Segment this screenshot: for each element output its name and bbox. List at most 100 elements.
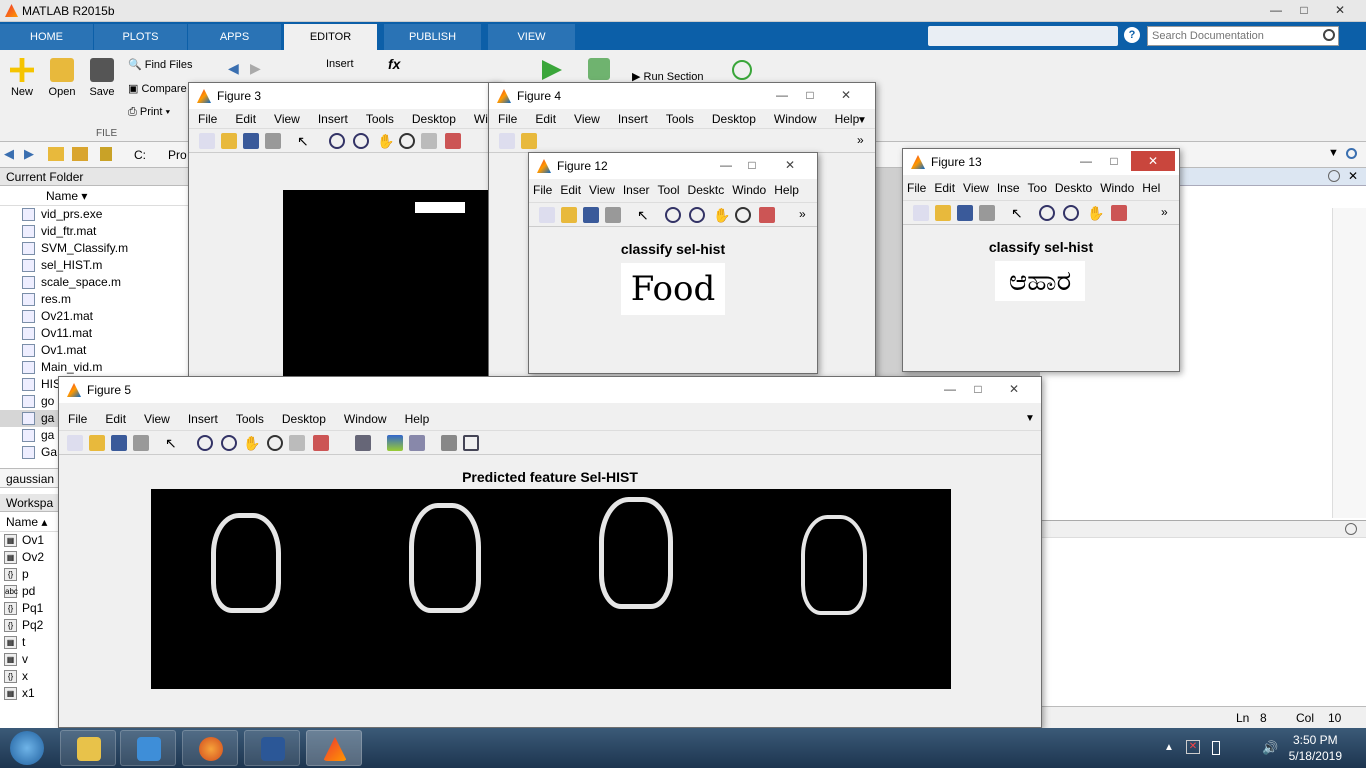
legend-icon[interactable]: [409, 435, 425, 451]
pan-icon[interactable]: ✋: [243, 435, 260, 451]
menu-too[interactable]: Too: [1024, 181, 1051, 195]
zoom-out-icon[interactable]: [1063, 205, 1079, 221]
open-button[interactable]: Open: [46, 58, 78, 98]
run-icon[interactable]: [542, 60, 562, 80]
figure-5-close-icon[interactable]: ✕: [1001, 379, 1027, 399]
figure-5-titlebar[interactable]: Figure 5 — □ ✕: [59, 377, 1041, 403]
up-folder-icon[interactable]: [48, 147, 64, 161]
save-button[interactable]: Save: [86, 58, 118, 98]
compare-button[interactable]: ▣ Compare: [128, 82, 187, 95]
tab-plots[interactable]: PLOTS: [94, 24, 188, 50]
menu-desktop[interactable]: Desktop: [703, 109, 765, 126]
menu-view[interactable]: View: [585, 183, 619, 197]
new-figure-icon[interactable]: [67, 435, 83, 451]
system-clock[interactable]: 3:50 PM 5/18/2019: [1289, 732, 1342, 764]
menu-help[interactable]: Help: [770, 183, 803, 197]
show-hidden-icons[interactable]: ▲: [1164, 742, 1174, 753]
print-figure-icon[interactable]: [605, 207, 621, 223]
maximize-icon[interactable]: □: [1290, 0, 1318, 20]
insert-button[interactable]: Insert: [326, 58, 354, 70]
menu-tools[interactable]: Tools: [357, 109, 403, 126]
quick-access-toolbar[interactable]: [928, 26, 1118, 46]
figure-12-window[interactable]: Figure 12 — □ ✕ File Edit View Inser Tool Des…: [528, 152, 818, 374]
menu-view[interactable]: View: [959, 181, 993, 195]
figure-12-close-icon[interactable]: ✕: [777, 155, 803, 175]
pointer-icon[interactable]: ↖: [1011, 205, 1027, 221]
figure-5-minimize-icon[interactable]: —: [937, 379, 963, 399]
zoom-in-icon[interactable]: [1039, 205, 1055, 221]
editor-close-icon[interactable]: ✕: [1348, 169, 1358, 183]
brush-icon[interactable]: [759, 207, 775, 223]
menu-edit[interactable]: Edit: [556, 183, 585, 197]
fx-button[interactable]: fx: [388, 56, 400, 72]
figure-4-maximize-icon[interactable]: □: [797, 85, 823, 105]
rotate-icon[interactable]: [267, 435, 283, 451]
menu-tools[interactable]: Tools: [657, 109, 703, 126]
zoom-out-icon[interactable]: [221, 435, 237, 451]
menu-tools[interactable]: Tools: [227, 409, 273, 426]
save-figure-icon[interactable]: [243, 133, 259, 149]
pan-icon[interactable]: ✋: [1087, 205, 1104, 221]
new-button[interactable]: New: [6, 58, 38, 98]
menu-tool[interactable]: Tool: [654, 183, 684, 197]
menu-windo[interactable]: Windo: [728, 183, 770, 197]
new-figure-icon[interactable]: [539, 207, 555, 223]
print-figure-icon[interactable]: [979, 205, 995, 221]
command-window-collapse-icon[interactable]: [1345, 523, 1357, 535]
close-icon[interactable]: ✕: [1326, 0, 1354, 20]
figure-5-window[interactable]: Figure 5 — □ ✕ File Edit View Insert Tools De…: [58, 376, 1042, 728]
menu-file[interactable]: File: [59, 409, 96, 426]
search-documentation-input[interactable]: [1147, 26, 1339, 46]
menu-desktop[interactable]: Desktop: [403, 109, 465, 126]
file-item[interactable]: sel_HIST.m: [0, 257, 189, 274]
tab-view[interactable]: VIEW: [488, 24, 576, 50]
menu-file[interactable]: File: [189, 109, 226, 126]
open-file-icon[interactable]: [935, 205, 951, 221]
figure-4-close-icon[interactable]: ✕: [833, 85, 859, 105]
start-button-icon[interactable]: [10, 731, 44, 765]
tab-publish[interactable]: PUBLISH: [384, 24, 482, 50]
figure-4-dock-icon[interactable]: ▼: [857, 115, 867, 126]
new-figure-icon[interactable]: [913, 205, 929, 221]
file-item[interactable]: Main_vid.m: [0, 359, 189, 376]
figure-3-titlebar[interactable]: Figure 3: [189, 83, 499, 109]
volume-icon[interactable]: 🔊: [1262, 740, 1278, 756]
brush-icon[interactable]: [313, 435, 329, 451]
rotate-icon[interactable]: [735, 207, 751, 223]
data-cursor-icon[interactable]: [421, 133, 437, 149]
figure-12-minimize-icon[interactable]: —: [713, 155, 739, 175]
path-dropdown-icon[interactable]: ▼: [1328, 147, 1339, 159]
file-item[interactable]: Ov1.mat: [0, 342, 189, 359]
file-item[interactable]: Ov11.mat: [0, 325, 189, 342]
zoom-out-icon[interactable]: [689, 207, 705, 223]
menu-file[interactable]: File: [529, 183, 556, 197]
zoom-in-icon[interactable]: [329, 133, 345, 149]
menu-help[interactable]: Help: [396, 409, 439, 426]
menu-window[interactable]: Window: [335, 409, 396, 426]
figure-13-minimize-icon[interactable]: —: [1073, 151, 1099, 171]
menu-insert[interactable]: Insert: [609, 109, 657, 126]
print-figure-icon[interactable]: [133, 435, 149, 451]
figure-3-window[interactable]: Figure 3 File Edit View Insert Tools Desktop W…: [188, 82, 501, 394]
tab-editor[interactable]: EDITOR: [284, 24, 378, 50]
file-item[interactable]: SVM_Classify.m: [0, 240, 189, 257]
save-figure-icon[interactable]: [957, 205, 973, 221]
print-figure-icon[interactable]: [265, 133, 281, 149]
pointer-icon[interactable]: ↖: [637, 207, 653, 223]
tab-home[interactable]: HOME: [0, 24, 94, 50]
forward-nav-icon[interactable]: ▶: [24, 146, 34, 162]
show-plot-tools-icon[interactable]: [463, 435, 479, 451]
help-icon[interactable]: ?: [1124, 27, 1140, 43]
brush-icon[interactable]: [1111, 205, 1127, 221]
menu-view[interactable]: View: [265, 109, 309, 126]
menu-desktc[interactable]: Desktc: [684, 183, 729, 197]
taskbar-media-player[interactable]: [120, 730, 176, 766]
file-item[interactable]: scale_space.m: [0, 274, 189, 291]
menu-deskto[interactable]: Deskto: [1051, 181, 1096, 195]
menu-insert[interactable]: Insert: [309, 109, 357, 126]
toolbar-overflow-icon[interactable]: »: [857, 133, 873, 149]
minimize-icon[interactable]: —: [1262, 0, 1290, 20]
tab-apps[interactable]: APPS: [188, 24, 282, 50]
back-nav-icon[interactable]: ◀: [4, 146, 14, 162]
editor-collapse-icon[interactable]: [1328, 170, 1340, 182]
